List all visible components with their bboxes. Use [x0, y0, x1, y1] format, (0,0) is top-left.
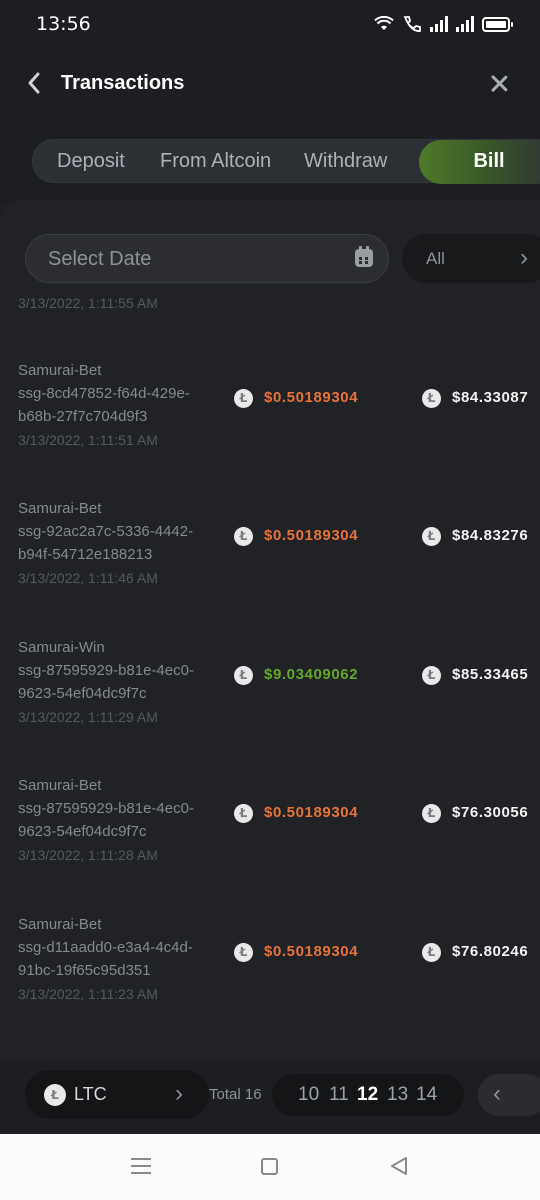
tx-name: Samurai-Bet: [18, 916, 102, 933]
tx-amount: $9.03409062: [264, 666, 359, 683]
tx-id: ssg-87595929-b81e-4ec0-: [18, 662, 194, 679]
page-title: Transactions: [61, 72, 185, 94]
ltc-coin-icon: Ł: [422, 666, 441, 685]
ltc-coin-icon: Ł: [422, 527, 441, 546]
table-row[interactable]: Samurai-Win ssg-87595929-b81e-4ec0- 9623…: [0, 639, 540, 749]
tx-name: Samurai-Bet: [18, 500, 102, 517]
tx-id-cont: 9623-54ef04dc9f7c: [18, 823, 147, 840]
transactions-panel: Select Date All › 3/13/2022, 1:11:55 AM …: [0, 200, 540, 1136]
chevron-right-icon: ›: [520, 244, 528, 271]
pagination-bar: Ł LTC › Total 16 10 11 12 13 14 ‹: [0, 1062, 540, 1132]
chevron-right-icon: ›: [175, 1080, 183, 1107]
table-row[interactable]: Samurai-Bet ssg-8cd47852-f64d-429e- b68b…: [0, 362, 540, 472]
tx-balance: $85.33465: [452, 666, 529, 683]
tx-id: ssg-d11aadd0-e3a4-4c4d-: [18, 939, 193, 956]
ltc-coin-icon: Ł: [234, 943, 253, 962]
table-row[interactable]: Samurai-Bet ssg-92ac2a7c-5336-4442- b94f…: [0, 500, 540, 610]
page-button-11[interactable]: 11: [329, 1084, 349, 1106]
page-numbers: 10 11 12 13 14: [272, 1074, 464, 1116]
date-placeholder: Select Date: [48, 248, 152, 270]
tx-id-cont: 91bc-19f65c95d351: [18, 962, 151, 979]
tx-date: 3/13/2022, 1:11:28 AM: [18, 847, 158, 863]
system-nav-bar: [0, 1134, 540, 1200]
tx-balance: $84.33087: [452, 389, 529, 406]
tx-balance: $84.83276: [452, 527, 529, 544]
tx-amount: $0.50189304: [264, 943, 359, 960]
tab-from-altcoin[interactable]: From Altcoin: [160, 140, 271, 184]
header: Transactions: [0, 48, 540, 124]
currency-label: LTC: [74, 1084, 107, 1104]
ltc-coin-icon: Ł: [422, 943, 441, 962]
tab-bar: Deposit From Altcoin Withdraw Bill: [32, 139, 540, 184]
tabs-section: Deposit From Altcoin Withdraw Bill: [0, 124, 540, 204]
tx-balance: $76.80246: [452, 943, 529, 960]
tx-id: ssg-87595929-b81e-4ec0-: [18, 800, 194, 817]
currency-selector[interactable]: Ł LTC ›: [25, 1070, 209, 1119]
calendar-icon: [355, 246, 373, 267]
table-row[interactable]: Samurai-Bet ssg-87595929-b81e-4ec0- 9623…: [0, 777, 540, 887]
ltc-coin-icon: Ł: [234, 666, 253, 685]
home-icon[interactable]: [261, 1158, 278, 1175]
ltc-coin-icon: Ł: [234, 804, 253, 823]
tab-bill[interactable]: Bill: [419, 140, 540, 184]
page-button-14[interactable]: 14: [416, 1084, 437, 1106]
date-picker[interactable]: Select Date: [25, 234, 389, 283]
type-filter-value: All: [426, 249, 445, 268]
ltc-coin-icon: Ł: [234, 527, 253, 546]
tx-id: ssg-92ac2a7c-5336-4442-: [18, 523, 194, 540]
menu-icon[interactable]: [131, 1158, 151, 1174]
table-row[interactable]: Samurai-Bet ssg-d11aadd0-e3a4-4c4d- 91bc…: [0, 916, 540, 1026]
ltc-coin-icon: Ł: [44, 1084, 66, 1106]
ltc-coin-icon: Ł: [234, 389, 253, 408]
status-bar: 13:56: [0, 0, 540, 48]
chevron-left-icon: ‹: [493, 1080, 501, 1107]
ltc-coin-icon: Ł: [422, 389, 441, 408]
tx-balance: $76.30056: [452, 804, 529, 821]
prev-page-button[interactable]: ‹: [478, 1074, 540, 1116]
page-button-10[interactable]: 10: [298, 1084, 319, 1106]
partial-row-date: 3/13/2022, 1:11:55 AM: [18, 295, 158, 311]
tx-id-cont: b68b-27f7c704d9f3: [18, 408, 148, 425]
tx-amount: $0.50189304: [264, 389, 359, 406]
status-time: 13:56: [36, 13, 91, 35]
tx-amount: $0.50189304: [264, 527, 359, 544]
page-button-13[interactable]: 13: [387, 1084, 408, 1106]
call-icon: [403, 16, 421, 32]
tx-date: 3/13/2022, 1:11:23 AM: [18, 986, 158, 1002]
tx-amount: $0.50189304: [264, 804, 359, 821]
tab-withdraw[interactable]: Withdraw: [304, 140, 387, 184]
tx-date: 3/13/2022, 1:11:51 AM: [18, 432, 158, 448]
tab-deposit[interactable]: Deposit: [57, 140, 125, 184]
screen: 13:56 Transactions Deposit From Altcoin …: [0, 0, 540, 1200]
tx-id-cont: 9623-54ef04dc9f7c: [18, 685, 147, 702]
close-icon[interactable]: [484, 68, 514, 98]
battery-icon: [482, 16, 513, 32]
signal-icon-2: [456, 16, 474, 32]
signal-icon-1: [430, 16, 448, 32]
page-button-12[interactable]: 12: [357, 1084, 378, 1106]
total-count: Total 16: [209, 1086, 262, 1103]
ltc-coin-icon: Ł: [422, 804, 441, 823]
status-icons: [374, 13, 513, 35]
tx-date: 3/13/2022, 1:11:29 AM: [18, 709, 158, 725]
tx-id: ssg-8cd47852-f64d-429e-: [18, 385, 190, 402]
tx-date: 3/13/2022, 1:11:46 AM: [18, 570, 158, 586]
tx-name: Samurai-Bet: [18, 362, 102, 379]
tx-name: Samurai-Bet: [18, 777, 102, 794]
tx-name: Samurai-Win: [18, 639, 105, 656]
tx-id-cont: b94f-54712e188213: [18, 546, 153, 563]
back-icon[interactable]: [26, 70, 50, 100]
back-nav-icon[interactable]: [388, 1155, 410, 1177]
type-filter-select[interactable]: All ›: [402, 234, 540, 283]
wifi-icon: [374, 16, 394, 30]
